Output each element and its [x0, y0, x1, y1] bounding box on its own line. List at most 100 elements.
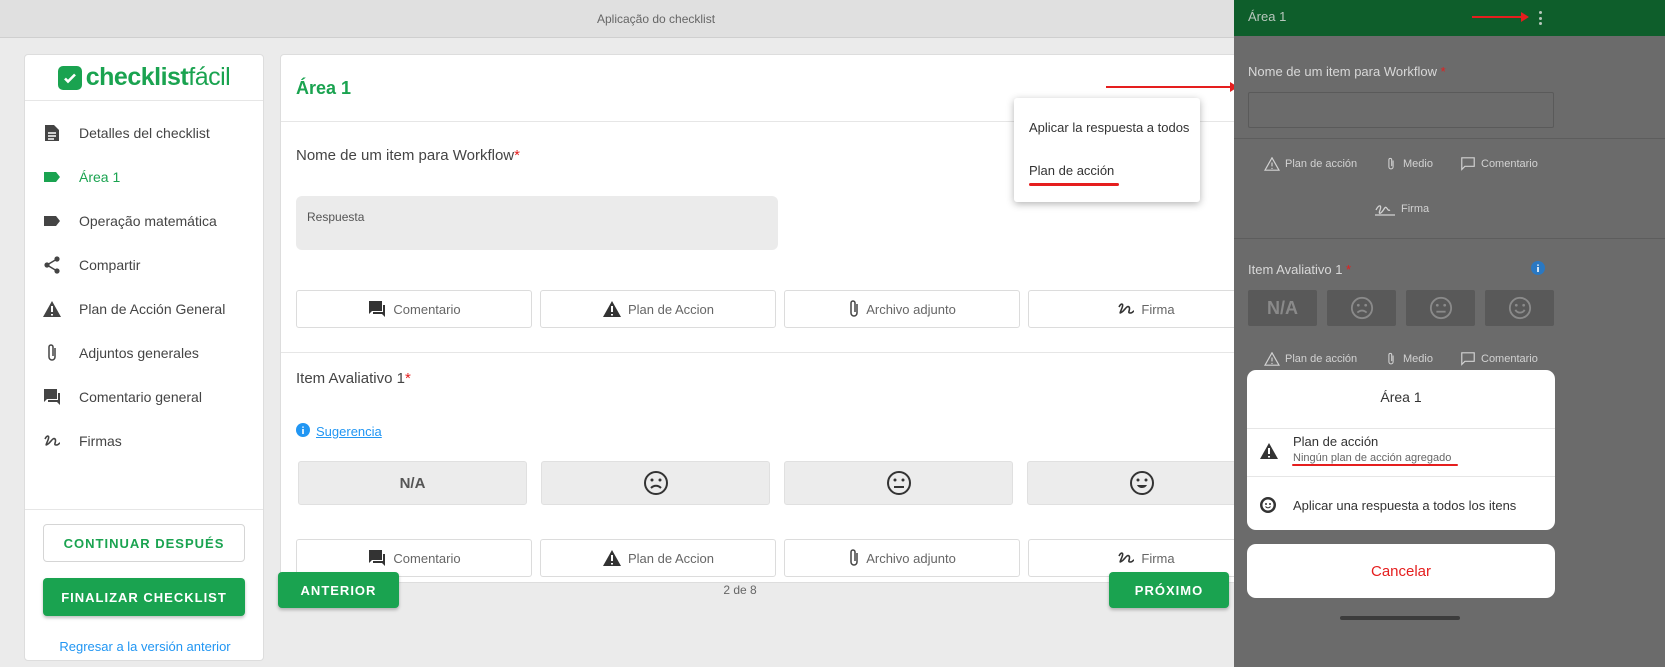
answer-placeholder: Respuesta: [307, 210, 365, 224]
smiley-icon: [1260, 497, 1276, 513]
item-1-title: Nome de um item para Workflow*: [296, 147, 520, 164]
mobile-media-button[interactable]: Medio: [1384, 157, 1433, 171]
finish-checklist-button[interactable]: FINALIZAR CHECKLIST: [43, 578, 245, 616]
mobile-rating-sad[interactable]: [1327, 290, 1396, 326]
rating-na-button[interactable]: N/A: [298, 461, 527, 505]
warning-icon: [1264, 157, 1280, 171]
brand-logo: checklist fácil: [25, 55, 263, 101]
action-sheet-divider: [1247, 476, 1555, 477]
signature-icon: [41, 430, 63, 452]
suggestion-link[interactable]: Sugerencia: [296, 423, 382, 440]
sidebar-item-general-action-plan[interactable]: Plan de Acción General: [25, 287, 263, 331]
neutral-face-icon: [1429, 296, 1452, 320]
attachment-button[interactable]: Archivo adjunto: [784, 539, 1020, 577]
comment-icon: [1461, 157, 1475, 171]
annotation-underline: [1292, 464, 1458, 466]
action-sheet-divider: [1247, 428, 1555, 429]
warning-icon: [602, 301, 621, 317]
mobile-divider: [1234, 138, 1665, 139]
previous-button[interactable]: ANTERIOR: [278, 572, 399, 608]
window-title-bar: Aplicação do checklist: [0, 0, 1312, 38]
page-indicator: 2 de 8: [723, 583, 757, 597]
mobile-action-plan-button[interactable]: Plan de acción: [1264, 352, 1357, 366]
share-icon: [41, 254, 63, 276]
annotation-arrow: [1472, 12, 1529, 22]
area-options-menu: Aplicar la respuesta a todos Plan de acc…: [1014, 98, 1200, 202]
sidebar: checklist fácil Detalles del checklist Ár…: [24, 54, 264, 661]
menu-item-apply-all[interactable]: Aplicar la respuesta a todos: [1029, 120, 1189, 135]
mobile-item-2-title: Item Avaliativo 1 *: [1248, 262, 1352, 277]
rating-sad-button[interactable]: [541, 461, 770, 505]
mobile-comment-button[interactable]: Comentario: [1460, 157, 1538, 171]
sidebar-item-details[interactable]: Detalles del checklist: [25, 111, 263, 155]
item-2-title: Item Avaliativo 1*: [296, 370, 411, 387]
signature-icon: [1118, 552, 1135, 563]
paperclip-icon: [850, 549, 858, 566]
answer-input[interactable]: Respuesta: [296, 196, 778, 250]
more-options-icon[interactable]: [1539, 11, 1543, 25]
area-title: Área 1: [296, 77, 352, 98]
warning-icon: [1260, 443, 1278, 459]
action-sheet: Área 1 Plan de acción Ningún plan de acc…: [1247, 370, 1555, 530]
annotation-underline: [1029, 183, 1119, 186]
attachment-button[interactable]: Archivo adjunto: [784, 290, 1020, 328]
action-plan-button[interactable]: Plan de Accion: [540, 290, 776, 328]
mobile-media-button[interactable]: Medio: [1384, 352, 1433, 366]
rating-neutral-button[interactable]: [784, 461, 1013, 505]
mobile-signature-button[interactable]: Firma: [1374, 202, 1429, 216]
document-icon: [41, 122, 63, 144]
sad-face-icon: [643, 471, 668, 495]
happy-face-icon: [1508, 296, 1531, 320]
sheet-option-action-plan[interactable]: Plan de acción Ningún plan de acción agr…: [1259, 434, 1451, 464]
comment-icon: [1461, 352, 1475, 366]
mobile-answer-input[interactable]: [1248, 92, 1554, 128]
sheet-option-action-plan-subtitle: Ningún plan de acción agregado: [1293, 452, 1452, 464]
warning-icon: [602, 550, 621, 566]
sidebar-item-share[interactable]: Compartir: [25, 243, 263, 287]
home-indicator: [1340, 616, 1460, 620]
label-tag-icon: [41, 210, 63, 232]
sheet-option-action-plan-title: Plan de acción: [1293, 434, 1379, 449]
comment-icon: [369, 301, 386, 317]
comment-button[interactable]: Comentario: [296, 290, 532, 328]
mobile-comment-button[interactable]: Comentario: [1460, 352, 1538, 366]
paperclip-icon: [41, 342, 63, 364]
window-title: Aplicação do checklist: [596, 12, 716, 26]
action-plan-button[interactable]: Plan de Accion: [540, 539, 776, 577]
mobile-action-plan-button[interactable]: Plan de acción: [1264, 157, 1357, 171]
mobile-rating-happy[interactable]: [1485, 290, 1554, 326]
previous-version-link[interactable]: Regresar a la versión anterior: [25, 639, 265, 654]
action-sheet-title: Área 1: [1380, 389, 1422, 405]
signature-icon: [1118, 303, 1135, 314]
sheet-option-apply-all[interactable]: Aplicar una respuesta a todos los itens: [1259, 496, 1516, 514]
label-tag-icon: [41, 166, 63, 188]
neutral-face-icon: [886, 471, 911, 495]
signature-button[interactable]: Firma: [1028, 290, 1264, 328]
sidebar-item-signatures[interactable]: Firmas: [25, 419, 263, 463]
cancel-button[interactable]: Cancelar: [1247, 544, 1555, 598]
next-button[interactable]: PRÓXIMO: [1109, 572, 1229, 608]
rating-options: N/A: [298, 461, 1256, 505]
sidebar-item-area-1[interactable]: Área 1: [25, 155, 263, 199]
sidebar-item-general-attachments[interactable]: Adjuntos generales: [25, 331, 263, 375]
mobile-item-1-title: Nome de um item para Workflow *: [1248, 64, 1446, 79]
comment-icon: [369, 550, 386, 566]
sidebar-item-general-comment[interactable]: Comentario general: [25, 375, 263, 419]
info-icon: [296, 423, 310, 440]
info-icon[interactable]: [1531, 261, 1545, 280]
comment-icon: [41, 386, 63, 408]
continue-later-button[interactable]: CONTINUAR DESPUÉS: [43, 524, 245, 562]
paperclip-icon: [1388, 352, 1394, 365]
mobile-rating-neutral[interactable]: [1406, 290, 1475, 326]
sidebar-menu: Detalles del checklist Área 1 Operação m…: [25, 101, 263, 463]
menu-item-action-plan[interactable]: Plan de acción: [1029, 163, 1114, 178]
happy-face-icon: [1129, 471, 1154, 495]
item-divider: [281, 352, 1275, 353]
mobile-rating-na[interactable]: N/A: [1248, 290, 1317, 326]
warning-icon: [1264, 352, 1280, 366]
sidebar-item-math-operation[interactable]: Operação matemática: [25, 199, 263, 243]
signature-icon: [1375, 205, 1395, 216]
mobile-header-title: Área 1: [1248, 9, 1287, 24]
mobile-header: Área 1: [1234, 0, 1665, 36]
rating-happy-button[interactable]: [1027, 461, 1256, 505]
